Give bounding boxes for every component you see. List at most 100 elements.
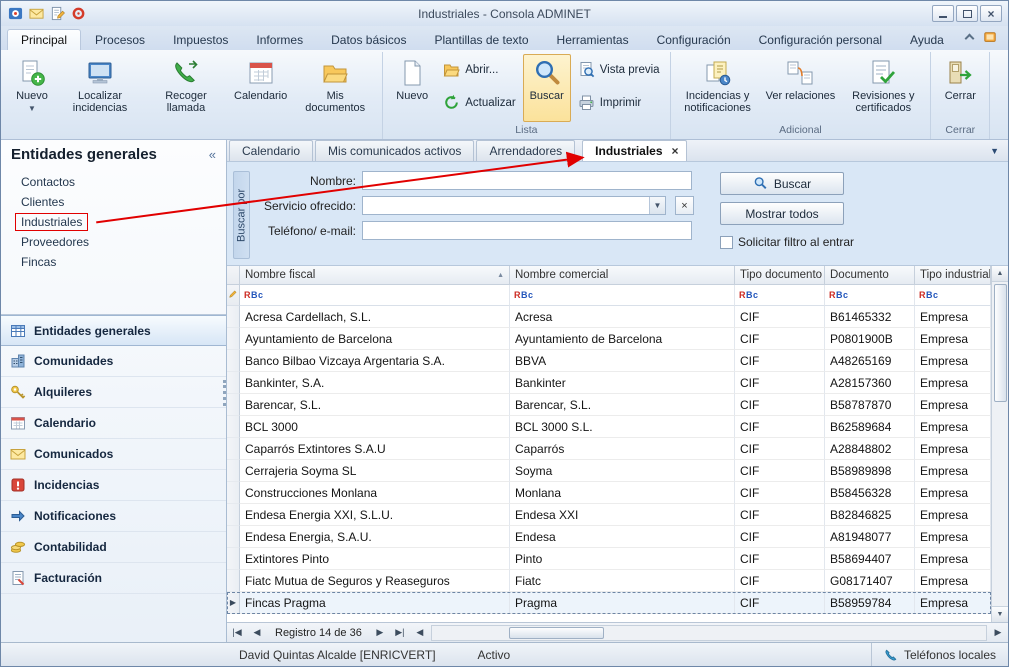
navbar-item-comunidades[interactable]: Comunidades	[1, 346, 226, 377]
ver-relaciones-button[interactable]: Ver relaciones	[762, 54, 840, 122]
hscroll-left-icon[interactable]: ◀	[410, 627, 430, 638]
navbar-item-alquileres[interactable]: Alquileres	[1, 377, 226, 408]
notes-icon[interactable]	[49, 5, 66, 22]
document-tab-industriales[interactable]: Industriales×	[582, 140, 686, 161]
servicio-input[interactable]	[363, 197, 649, 214]
ribbon-tab-datos-básicos[interactable]: Datos básicos	[317, 29, 420, 50]
collapse-panel-icon[interactable]: «	[209, 147, 216, 162]
sidebar-item-fincas[interactable]: Fincas	[1, 252, 226, 272]
sidebar-item-contactos[interactable]: Contactos	[1, 172, 226, 192]
navbar-item-calendario[interactable]: Calendario	[1, 408, 226, 439]
local-phones-panel[interactable]: Teléfonos locales	[871, 643, 1008, 666]
table-row[interactable]: Endesa Energia, S.A.U.EndesaCIFA81948077…	[227, 526, 991, 548]
combo-clear-button[interactable]: ×	[675, 196, 694, 215]
ribbon-tab-informes[interactable]: Informes	[242, 29, 317, 50]
navbar-item-incidencias[interactable]: Incidencias	[1, 470, 226, 501]
splitter-handle[interactable]	[223, 380, 226, 406]
table-row[interactable]: Fiatc Mutua de Seguros y ReasegurosFiatc…	[227, 570, 991, 592]
mis-documentos-button[interactable]: Mis documentos	[293, 54, 377, 122]
horizontal-scrollbar[interactable]	[431, 625, 987, 641]
filter-cell-tipo-industrial[interactable]: RBc	[915, 285, 991, 306]
ribbon-tab-impuestos[interactable]: Impuestos	[159, 29, 242, 50]
column-header-tipo-industrial[interactable]: Tipo industrial	[915, 266, 991, 285]
localizar-incidencias-button[interactable]: Localizar incidencias	[58, 54, 142, 122]
ribbon-tab-configuración-personal[interactable]: Configuración personal	[745, 29, 896, 50]
nuevo-lista-button[interactable]: Nuevo	[388, 54, 436, 122]
navbar-item-comunicados[interactable]: Comunicados	[1, 439, 226, 470]
table-row[interactable]: Caparrós Extintores S.A.UCaparrósCIFA288…	[227, 438, 991, 460]
table-row[interactable]: Endesa Energia XXI, S.L.U.Endesa XXICIFB…	[227, 504, 991, 526]
solicitar-filtro-checkbox[interactable]: Solicitar filtro al entrar	[720, 235, 854, 249]
checkbox-box[interactable]	[720, 236, 733, 249]
cerrar-button[interactable]: Cerrar	[936, 54, 984, 122]
calendario-button[interactable]: Calendario	[230, 54, 291, 122]
vertical-scrollbar[interactable]: ▲ ▼	[991, 266, 1008, 622]
imprimir-button[interactable]: Imprimir	[573, 92, 665, 113]
column-header-documento[interactable]: Documento	[825, 266, 915, 285]
ribbon-tab-configuración[interactable]: Configuración	[643, 29, 745, 50]
vscrollbar-thumb[interactable]	[994, 284, 1007, 402]
ribbon-tab-herramientas[interactable]: Herramientas	[543, 29, 643, 50]
ribbon-tab-procesos[interactable]: Procesos	[81, 29, 159, 50]
buscar-button[interactable]: Buscar	[720, 172, 844, 195]
first-record-button[interactable]: |◀	[227, 627, 247, 638]
table-row[interactable]: Extintores PintoPintoCIFB58694407Empresa	[227, 548, 991, 570]
table-row[interactable]: ▶Fincas PragmaPragmaCIFB58959784Empresa	[227, 592, 991, 614]
hscrollbar-thumb[interactable]	[509, 627, 604, 639]
next-record-button[interactable]: ▶	[370, 627, 390, 638]
hscroll-right-icon[interactable]: ▶	[988, 627, 1008, 638]
combo-dropdown-icon[interactable]: ▼	[649, 197, 665, 214]
nombre-input[interactable]	[362, 171, 692, 190]
table-row[interactable]: Barencar, S.L.Barencar, S.L.CIFB58787870…	[227, 394, 991, 416]
navbar-item-contabilidad[interactable]: Contabilidad	[1, 532, 226, 563]
table-row[interactable]: Banco Bilbao Vizcaya Argentaria S.A.BBVA…	[227, 350, 991, 372]
telefono-input[interactable]	[362, 221, 692, 240]
mostrar-todos-button[interactable]: Mostrar todos	[720, 202, 844, 225]
vista-previa-button[interactable]: Vista previa	[573, 59, 665, 80]
prev-record-button[interactable]: ◀	[247, 627, 267, 638]
app-logo-icon[interactable]	[7, 5, 24, 22]
collapse-ribbon-icon[interactable]	[965, 33, 975, 43]
filter-cell-nombre-comercial[interactable]: RBc	[510, 285, 735, 306]
buscar-ribbon-button[interactable]: Buscar	[523, 54, 571, 122]
tab-list-dropdown-icon[interactable]: ▼	[983, 146, 1006, 161]
record-icon[interactable]	[70, 5, 87, 22]
document-tab-arrendadores[interactable]: Arrendadores	[476, 140, 575, 161]
document-tab-mis-comunicados-activos[interactable]: Mis comunicados activos	[315, 140, 474, 161]
tab-close-icon[interactable]: ×	[672, 145, 679, 157]
column-header-nombre-fiscal[interactable]: Nombre fiscal▲	[240, 266, 510, 285]
last-record-button[interactable]: ▶|	[390, 627, 410, 638]
table-row[interactable]: Ayuntamiento de BarcelonaAyuntamiento de…	[227, 328, 991, 350]
sidebar-item-industriales[interactable]: Industriales	[1, 212, 226, 232]
maximize-button[interactable]	[956, 5, 978, 22]
table-row[interactable]: Acresa Cardellach, S.L.AcresaCIFB6146533…	[227, 306, 991, 328]
actualizar-button[interactable]: Actualizar	[438, 92, 521, 113]
ribbon-tab-ayuda[interactable]: Ayuda	[896, 29, 958, 50]
filter-cell-documento[interactable]: RBc	[825, 285, 915, 306]
servicio-combo[interactable]: ▼	[362, 196, 666, 215]
ribbon-tab-plantillas-de-texto[interactable]: Plantillas de texto	[420, 29, 542, 50]
table-row[interactable]: Bankinter, S.A.BankinterCIFA28157360Empr…	[227, 372, 991, 394]
panel-launch-icon[interactable]	[981, 28, 998, 45]
nuevo-button[interactable]: Nuevo▼	[8, 54, 56, 122]
scroll-up-icon[interactable]: ▲	[992, 266, 1008, 282]
filter-cell-tipo-documento[interactable]: RBc	[735, 285, 825, 306]
scroll-down-icon[interactable]: ▼	[992, 606, 1008, 622]
filter-cell-nombre-fiscal[interactable]: RBc	[240, 285, 510, 306]
navbar-item-notificaciones[interactable]: Notificaciones	[1, 501, 226, 532]
navbar-item-facturación[interactable]: Facturación	[1, 563, 226, 594]
table-row[interactable]: Cerrajeria Soyma SLSoymaCIFB58989898Empr…	[227, 460, 991, 482]
close-button[interactable]: ×	[980, 5, 1002, 22]
navbar-item-entidades-generales[interactable]: Entidades generales	[1, 315, 226, 346]
table-row[interactable]: BCL 3000BCL 3000 S.L.CIFB62589684Empresa	[227, 416, 991, 438]
document-tab-calendario[interactable]: Calendario	[229, 140, 313, 161]
ribbon-tab-principal[interactable]: Principal	[7, 29, 81, 50]
sidebar-item-clientes[interactable]: Clientes	[1, 192, 226, 212]
table-row[interactable]: Construcciones MonlanaMonlanaCIFB5845632…	[227, 482, 991, 504]
recoger-llamada-button[interactable]: Recoger llamada	[144, 54, 228, 122]
column-header-tipo-documento[interactable]: Tipo documento	[735, 266, 825, 285]
minimize-button[interactable]	[932, 5, 954, 22]
abrir-button[interactable]: Abrir...	[438, 59, 521, 80]
mail-icon[interactable]	[28, 5, 45, 22]
revisiones-y-certificados-button[interactable]: Revisiones y certificados	[841, 54, 925, 122]
